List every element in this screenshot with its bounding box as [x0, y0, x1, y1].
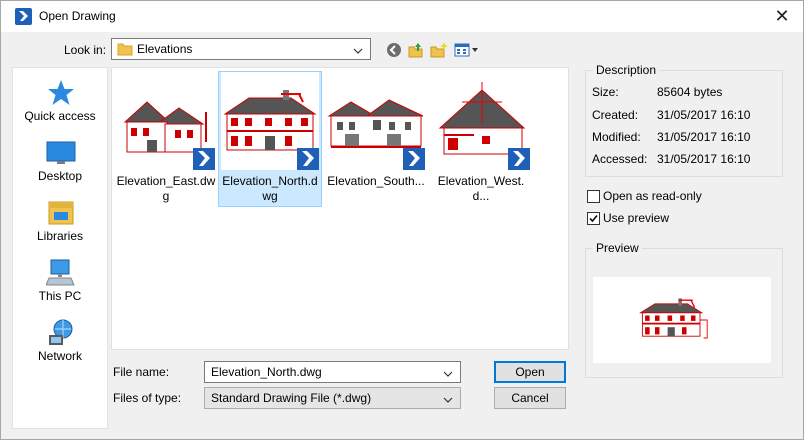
title-bar: Open Drawing ✕: [1, 1, 803, 32]
cancel-button[interactable]: Cancel: [494, 387, 566, 409]
file-label: Elevation_East.dwg: [116, 174, 216, 203]
file-label: Elevation_West.d...: [437, 174, 525, 203]
new-folder-icon[interactable]: [430, 41, 448, 59]
modified-label: Modified:: [592, 130, 641, 144]
file-type-value: Standard Drawing File (*.dwg): [211, 391, 372, 405]
place-quick-access[interactable]: Quick access: [13, 76, 107, 126]
file-item[interactable]: Elevation_West.d...: [430, 72, 532, 206]
size-label: Size:: [592, 85, 619, 99]
preview-group: Preview: [585, 241, 783, 378]
back-icon[interactable]: [385, 41, 403, 59]
place-label: Libraries: [36, 229, 84, 243]
place-desktop[interactable]: Desktop: [13, 136, 107, 186]
size-value: 85604 bytes: [657, 85, 723, 99]
drawing-preview: [593, 277, 771, 363]
file-name-value: Elevation_North.dwg: [211, 365, 322, 379]
app-logo-icon: [403, 148, 425, 170]
chevron-down-icon: [443, 393, 453, 407]
check-icon: [589, 215, 598, 223]
use-preview-checkbox[interactable]: Use preview: [587, 211, 757, 227]
place-label: Network: [37, 349, 82, 363]
drawing-thumbnail: [432, 72, 530, 170]
chevron-down-icon[interactable]: [443, 367, 453, 381]
file-item[interactable]: Elevation_South...: [325, 72, 427, 206]
accessed-label: Accessed:: [592, 152, 648, 166]
place-label: Quick access: [24, 109, 96, 123]
modified-value: 31/05/2017 16:10: [657, 130, 751, 144]
file-item-selected[interactable]: Elevation_North.dwg: [218, 71, 322, 207]
app-logo-icon: [193, 148, 215, 170]
file-type-label: Files of type:: [113, 391, 182, 405]
star-icon: [46, 78, 76, 108]
view-menu-icon[interactable]: [454, 41, 480, 59]
places-bar: Quick access Desktop Libraries This PC N…: [12, 67, 108, 429]
created-label: Created:: [592, 108, 639, 122]
libraries-icon: [46, 198, 76, 228]
drawing-thumbnail: [221, 72, 319, 170]
chevron-down-icon: [353, 44, 363, 58]
drawing-thumbnail: [117, 72, 215, 170]
file-label: Elevation_South...: [327, 174, 425, 188]
file-label: Elevation_North.dwg: [222, 174, 318, 203]
close-icon[interactable]: ✕: [769, 4, 795, 28]
file-name-label: File name:: [113, 365, 170, 379]
open-button[interactable]: Open: [494, 361, 566, 383]
file-name-input[interactable]: Elevation_North.dwg: [204, 361, 461, 383]
place-network[interactable]: Network: [13, 316, 107, 366]
created-value: 31/05/2017 16:10: [657, 108, 751, 122]
desktop-icon: [46, 139, 76, 169]
description-group: Description Size: 85604 bytes Created: 3…: [585, 63, 783, 177]
place-libraries[interactable]: Libraries: [13, 196, 107, 246]
place-this-pc[interactable]: This PC: [13, 256, 107, 306]
description-title: Description: [593, 63, 660, 77]
app-logo-icon: [15, 8, 32, 25]
checkbox-box[interactable]: [587, 212, 600, 225]
file-list: Elevation_East.dwg Elevation_North.dwg E…: [111, 67, 569, 350]
up-folder-icon[interactable]: [407, 41, 425, 59]
network-icon: [46, 318, 76, 348]
accessed-value: 31/05/2017 16:10: [657, 152, 751, 166]
computer-icon: [45, 258, 76, 288]
file-type-select[interactable]: Standard Drawing File (*.dwg): [204, 387, 461, 409]
app-logo-icon: [297, 148, 319, 170]
open-read-only-checkbox[interactable]: Open as read-only: [587, 189, 757, 205]
look-in-label: Look in:: [64, 43, 107, 57]
read-only-label: Open as read-only: [603, 189, 702, 203]
folder-icon: [117, 42, 133, 59]
window-title: Open Drawing: [39, 9, 116, 23]
look-in-combo[interactable]: Elevations: [111, 38, 371, 60]
use-preview-label: Use preview: [603, 211, 670, 225]
app-logo-icon: [508, 148, 530, 170]
file-item[interactable]: Elevation_East.dwg: [115, 72, 217, 206]
checkbox-box[interactable]: [587, 190, 600, 203]
drawing-thumbnail: [327, 72, 425, 170]
open-drawing-dialog: Open Drawing ✕ Look in: Elevations Quick…: [0, 0, 804, 440]
place-label: Desktop: [37, 169, 83, 183]
preview-title: Preview: [593, 241, 642, 255]
look-in-value: Elevations: [137, 42, 193, 56]
place-label: This PC: [38, 289, 82, 303]
